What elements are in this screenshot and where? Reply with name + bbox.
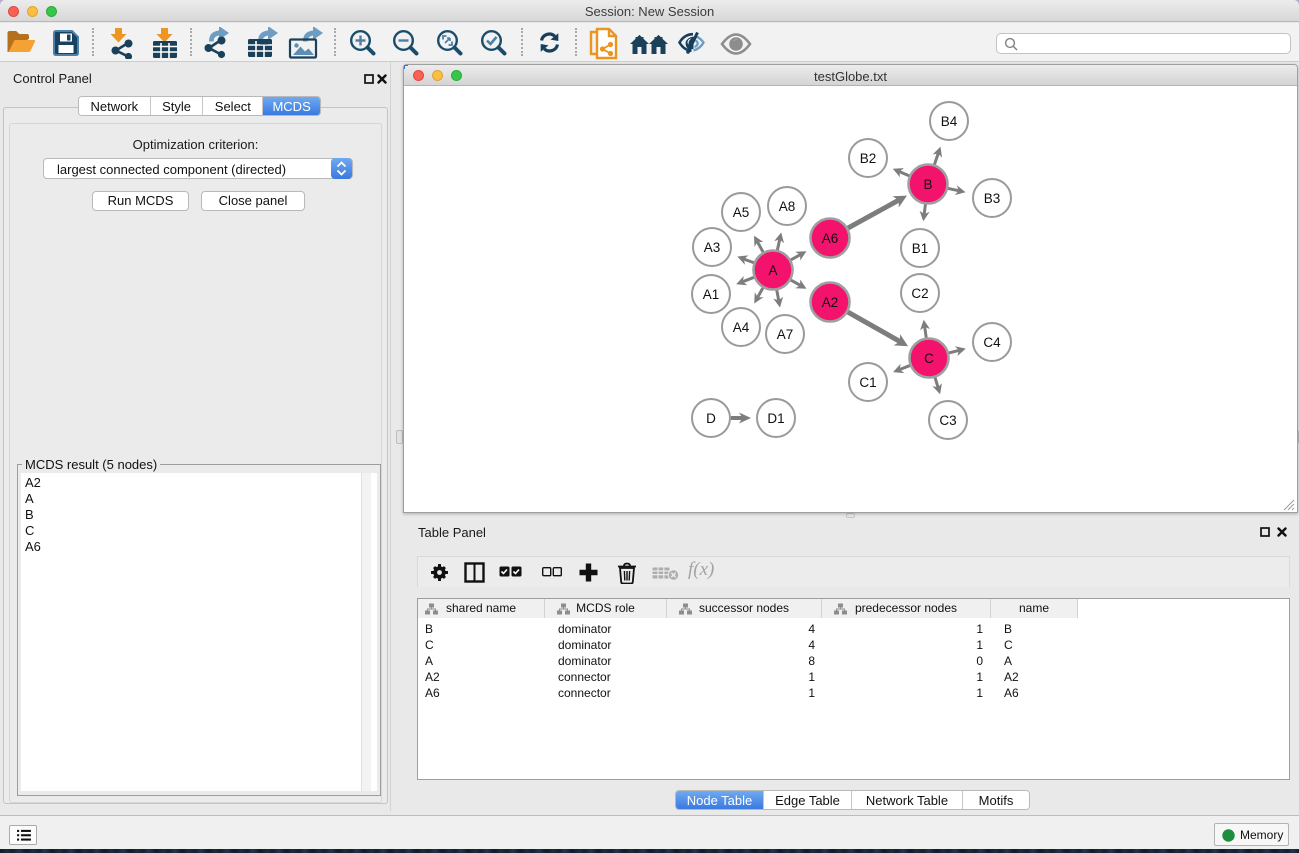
svg-text:B3: B3 <box>984 191 1001 206</box>
svg-text:C1: C1 <box>859 375 876 390</box>
svg-text:C: C <box>924 351 934 366</box>
svg-text:A1: A1 <box>703 287 720 302</box>
svg-text:A6: A6 <box>822 231 839 246</box>
svg-text:C2: C2 <box>911 286 928 301</box>
svg-text:B: B <box>923 177 932 192</box>
svg-text:A: A <box>768 263 777 278</box>
svg-text:A2: A2 <box>822 295 839 310</box>
svg-text:D1: D1 <box>767 411 784 426</box>
svg-text:A3: A3 <box>704 240 721 255</box>
svg-text:C4: C4 <box>983 335 1001 350</box>
svg-text:C3: C3 <box>939 413 956 428</box>
svg-text:A4: A4 <box>733 320 750 335</box>
svg-text:B4: B4 <box>941 114 958 129</box>
svg-text:B2: B2 <box>860 151 877 166</box>
svg-text:A5: A5 <box>733 205 750 220</box>
svg-text:A8: A8 <box>779 199 796 214</box>
svg-text:A7: A7 <box>777 327 794 342</box>
svg-text:B1: B1 <box>912 241 929 256</box>
svg-text:D: D <box>706 411 716 426</box>
